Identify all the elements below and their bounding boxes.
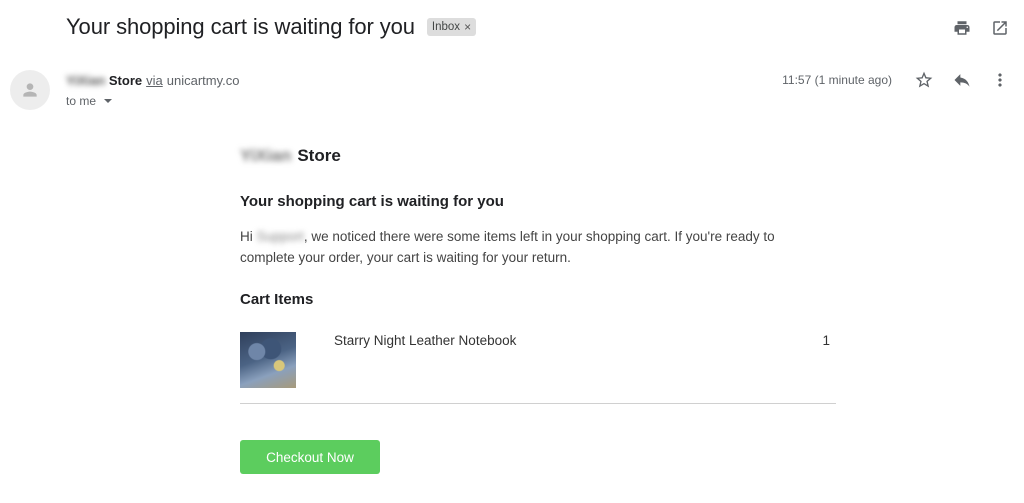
- subject-row: Your shopping cart is waiting for you In…: [66, 14, 477, 40]
- more-vert-icon[interactable]: [990, 70, 1010, 90]
- store-name-blurred: YiXian: [240, 146, 292, 165]
- person-icon: [23, 83, 37, 97]
- checkout-now-button[interactable]: Checkout Now: [240, 440, 380, 474]
- sender-info: YiXian Store via unicartmy.co to me: [66, 73, 239, 108]
- greeting: Hi: [240, 229, 253, 244]
- print-icon[interactable]: [952, 18, 972, 38]
- store-name: Store: [297, 146, 341, 165]
- sender-avatar[interactable]: [10, 70, 50, 110]
- sender-name-blurred: YiXian: [66, 73, 106, 88]
- paragraph-text: , we noticed there were some items left …: [240, 229, 775, 265]
- label-text: Inbox: [431, 21, 461, 33]
- email-body: YiXian Store Your shopping cart is waiti…: [240, 146, 836, 474]
- message-meta: 11:57 (1 minute ago): [782, 70, 1010, 90]
- via-link[interactable]: via: [146, 73, 163, 88]
- chevron-down-icon: [104, 99, 113, 103]
- subject-actions: [952, 18, 1010, 38]
- recipient-details-toggle[interactable]: to me: [66, 94, 239, 108]
- cart-item-row: Starry Night Leather Notebook 1: [240, 332, 836, 388]
- store-title: YiXian Store: [240, 146, 836, 166]
- sender-name[interactable]: Store: [109, 73, 142, 88]
- recipient-name-blurred: Support: [256, 229, 304, 244]
- body-paragraph: Hi Support, we noticed there were some i…: [240, 226, 830, 268]
- product-quantity: 1: [822, 333, 830, 348]
- to-me-label: to me: [66, 94, 97, 108]
- open-in-new-window-icon[interactable]: [990, 18, 1010, 38]
- star-icon[interactable]: [914, 70, 934, 90]
- product-name: Starry Night Leather Notebook: [334, 333, 517, 348]
- cart-items-heading: Cart Items: [240, 291, 314, 308]
- remove-label-icon[interactable]: ×: [464, 20, 471, 34]
- divider: [240, 403, 836, 404]
- inbox-label-chip[interactable]: Inbox ×: [426, 18, 477, 36]
- email-subject: Your shopping cart is waiting for you: [66, 14, 415, 39]
- reply-icon[interactable]: [952, 70, 972, 90]
- body-heading: Your shopping cart is waiting for you: [240, 193, 504, 210]
- message-timestamp: 11:57 (1 minute ago): [782, 73, 892, 87]
- sender-domain: unicartmy.co: [166, 73, 240, 88]
- product-thumbnail[interactable]: [240, 332, 296, 388]
